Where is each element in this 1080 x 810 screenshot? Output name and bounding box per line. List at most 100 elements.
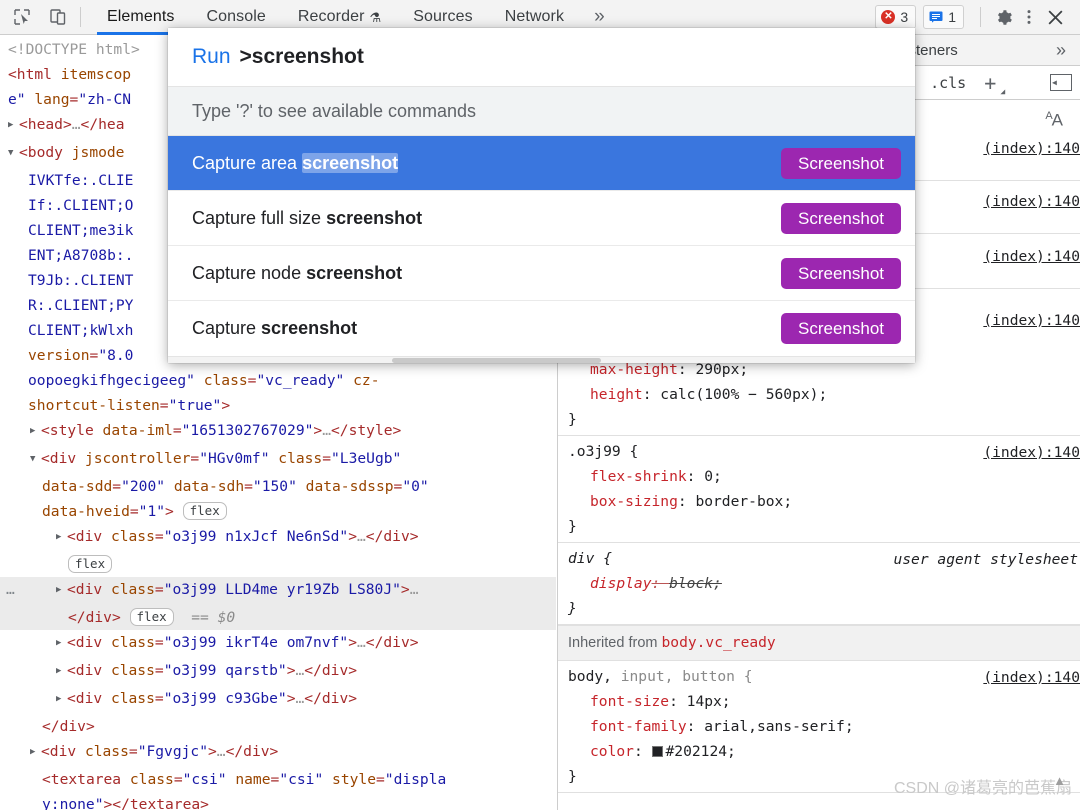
flex-badge[interactable]: flex (182, 502, 227, 520)
more-options-icon[interactable] (1016, 4, 1042, 30)
css-declaration[interactable]: font-size: 14px; (568, 689, 1080, 714)
collapse-arrow-icon[interactable] (30, 447, 41, 472)
dom-line-flex-badge-row[interactable]: flex (0, 552, 556, 577)
expand-arrow-icon[interactable] (56, 687, 67, 712)
command-item-label: Capture area screenshot (192, 152, 781, 174)
inspect-element-icon[interactable] (10, 5, 34, 29)
source-link[interactable]: (index):140 (983, 308, 1080, 333)
source-link-1[interactable]: (index):140 (983, 140, 1080, 157)
css-property[interactable]: height (568, 382, 643, 407)
css-property[interactable]: font-size (568, 689, 669, 714)
device-toolbar-icon[interactable] (46, 5, 70, 29)
expand-arrow-icon[interactable] (56, 659, 67, 684)
css-declaration[interactable]: box-sizing: border-box; (568, 489, 1080, 514)
tab-sources-label: Sources (413, 8, 473, 25)
css-value[interactable]: 0; (704, 468, 722, 485)
command-menu[interactable]: Run >screenshot Type '?' to see availabl… (168, 28, 915, 363)
scroll-up-arrow-icon: ▲ (1053, 773, 1066, 788)
css-value[interactable]: block; (669, 575, 722, 592)
cls-button[interactable]: .cls (930, 74, 966, 92)
gear-icon[interactable] (990, 4, 1016, 30)
inherited-source[interactable]: body.vc_ready (662, 634, 776, 651)
dom-line-attr-10[interactable]: shortcut-listen="true"> (0, 393, 556, 418)
dom-line-style[interactable]: <style data-iml="1651302767029">…</style… (0, 418, 556, 446)
overflow-dots-icon[interactable]: … (6, 577, 16, 602)
css-value[interactable]: 290px; (695, 361, 748, 378)
css-selector[interactable]: .o3j99 { (568, 443, 638, 460)
error-count-badge[interactable]: ✕ 3 (875, 5, 917, 29)
css-rule-div-user-agent[interactable]: user agent stylesheet div { display: blo… (558, 543, 1080, 625)
flex-badge[interactable]: flex (129, 608, 174, 626)
command-item-capture-screenshot[interactable]: Capture screenshot Screenshot (168, 301, 915, 356)
tab-elements-label: Elements (107, 8, 175, 25)
selected-node-marker: $0 (217, 609, 236, 626)
toolbar-left-icons (0, 5, 70, 29)
css-value[interactable]: arial,sans-serif; (704, 718, 853, 735)
source-link-3[interactable]: (index):140 (983, 248, 1080, 265)
css-value[interactable]: border-box; (695, 493, 792, 510)
dom-line-div-c93gbe[interactable]: <div class="o3j99 c93Gbe">…</div> (0, 686, 556, 714)
expand-arrow-icon[interactable] (56, 525, 67, 550)
css-property[interactable]: color (568, 739, 634, 764)
dom-line-div-qarstb[interactable]: <div class="o3j99 qarstb">…</div> (0, 658, 556, 686)
expand-arrow-icon[interactable] (56, 631, 67, 656)
dom-line-div-close[interactable]: </div> (0, 714, 556, 739)
dom-line-div-l3eugb[interactable]: <div jscontroller="HGv0mf" class="L3eUgb… (0, 446, 556, 474)
command-menu-scrollbar[interactable] (168, 356, 915, 363)
command-hint: Type '?' to see available commands (168, 86, 915, 136)
dom-line-selected-lld4me[interactable]: …<div class="o3j99 LLD4me yr19Zb LS80J">… (0, 577, 556, 605)
dom-line-div-om7nvf[interactable]: <div class="o3j99 ikrT4e om7nvf">…</div> (0, 630, 556, 658)
dom-line-attr-9[interactable]: oopoegkifhgecigeeg" class="vc_ready" cz- (0, 368, 556, 393)
dom-line-textarea[interactable]: <textarea class="csi" name="csi" style="… (0, 767, 556, 792)
source-link[interactable]: (index):140 (983, 440, 1080, 465)
dom-line-selected-close[interactable]: </div> flex == $0 (0, 605, 556, 630)
expand-arrow-icon[interactable] (56, 578, 67, 603)
dom-line-div-l3eugb-attrs2[interactable]: data-hveid="1"> flex (0, 499, 556, 524)
css-value[interactable]: calc(100% − 560px); (660, 386, 827, 403)
styles-more-tabs-button[interactable]: » (1056, 40, 1080, 61)
expand-arrow-icon[interactable] (8, 113, 19, 138)
css-selector-dim[interactable]: input, button { (612, 668, 753, 685)
dom-line-div-l3eugb-attrs[interactable]: data-sdd="200" data-sdh="150" data-sdssp… (0, 474, 556, 499)
source-link-2[interactable]: (index):140 (983, 193, 1080, 210)
css-value[interactable]: 14px; (687, 693, 731, 710)
css-rule-o3j99[interactable]: (index):140 .o3j99 { flex-shrink: 0; box… (558, 436, 1080, 543)
css-declaration[interactable]: font-family: arial,sans-serif; (568, 714, 1080, 739)
close-icon[interactable] (1042, 4, 1068, 30)
command-item-tag: Screenshot (781, 202, 901, 234)
message-count-badge[interactable]: 1 (923, 5, 964, 29)
command-results-list: Capture area screenshot Screenshot Captu… (168, 136, 915, 356)
command-item-tag: Screenshot (781, 257, 901, 289)
css-selector[interactable]: div { (568, 550, 612, 567)
command-input[interactable]: >screenshot (240, 45, 364, 69)
flex-badge[interactable]: flex (68, 555, 113, 573)
css-declaration[interactable]: display: block; (568, 571, 1080, 596)
css-value[interactable]: #202124; (666, 743, 736, 760)
css-declaration[interactable]: height: calc(100% − 560px); (568, 382, 1080, 407)
command-item-capture-full-size-screenshot[interactable]: Capture full size screenshot Screenshot (168, 191, 915, 246)
css-declaration[interactable]: color: #202124; (568, 739, 1080, 764)
command-item-capture-area-screenshot[interactable]: Capture area screenshot Screenshot (168, 136, 915, 191)
source-link[interactable]: (index):140 (983, 665, 1080, 690)
color-swatch[interactable] (651, 746, 663, 757)
css-property[interactable]: flex-shrink (568, 464, 687, 489)
new-style-rule-button[interactable]: + (984, 73, 1005, 96)
toggle-sidebar-icon[interactable]: ◀ (1050, 74, 1072, 91)
expand-arrow-icon[interactable] (30, 740, 41, 765)
dom-line-div-fgvgjc[interactable]: <div class="Fgvgjc">…</div> (0, 739, 556, 767)
font-size-icon[interactable]: AA (1045, 110, 1063, 131)
command-input-row[interactable]: Run >screenshot (168, 28, 915, 86)
css-declaration[interactable]: flex-shrink: 0; (568, 464, 1080, 489)
collapse-arrow-icon[interactable] (8, 141, 19, 166)
dom-line-textarea-cont[interactable]: y:none"></textarea> (0, 792, 556, 810)
inherited-from-bar: Inherited from body.vc_ready (558, 625, 1080, 661)
css-selector[interactable]: body, (568, 668, 612, 685)
tab-console-label: Console (206, 8, 266, 25)
css-property[interactable]: display (568, 571, 652, 596)
command-item-capture-node-screenshot[interactable]: Capture node screenshot Screenshot (168, 246, 915, 301)
command-item-label: Capture full size screenshot (192, 208, 781, 229)
css-property[interactable]: box-sizing (568, 489, 678, 514)
dom-line-div-ne6nsd[interactable]: <div class="o3j99 n1xJcf Ne6nSd">…</div> (0, 524, 556, 552)
expand-arrow-icon[interactable] (30, 419, 41, 444)
css-property[interactable]: font-family (568, 714, 687, 739)
